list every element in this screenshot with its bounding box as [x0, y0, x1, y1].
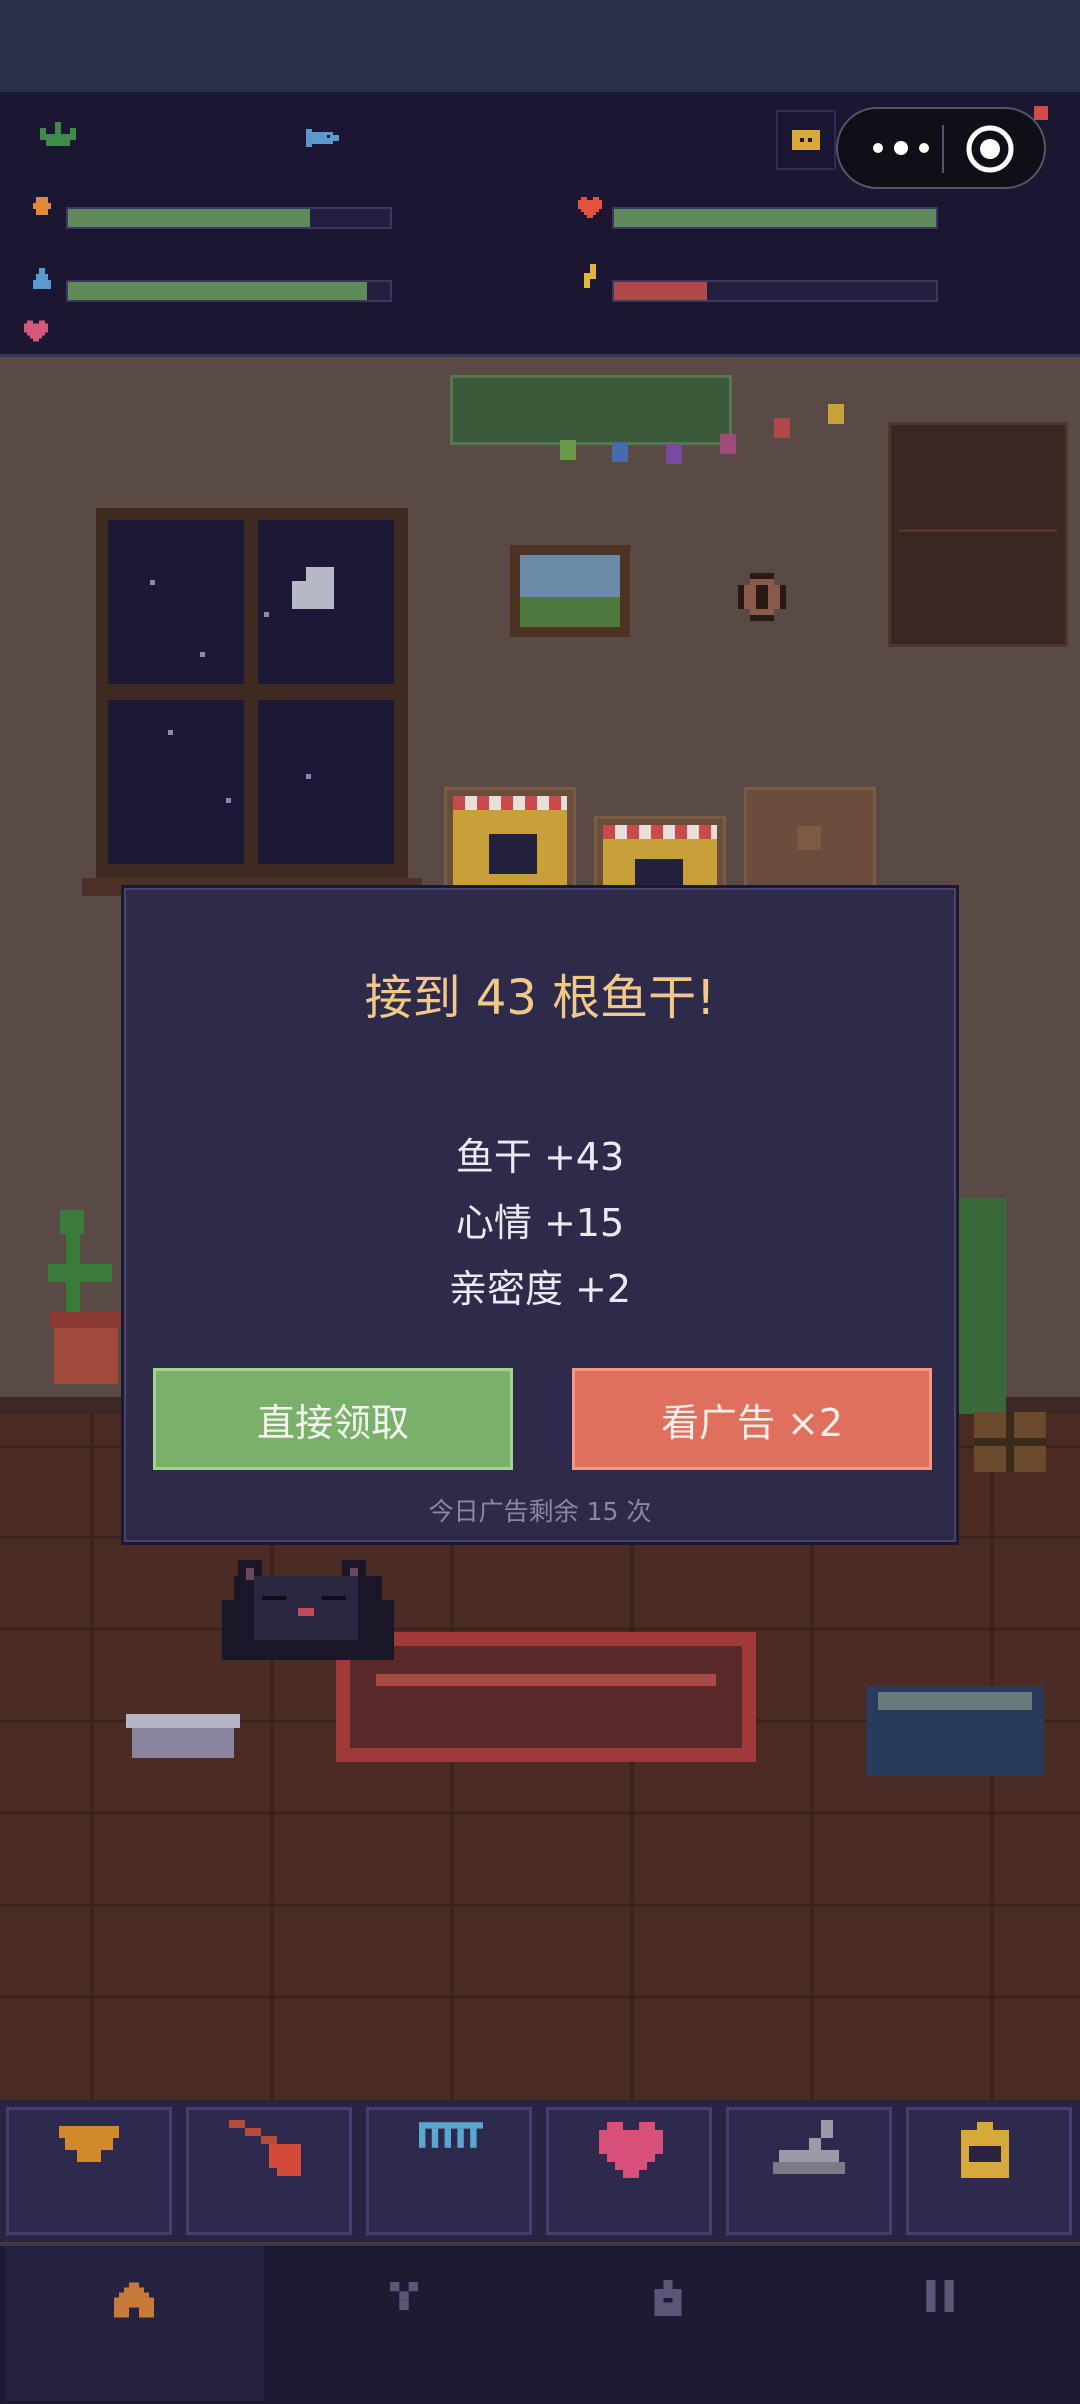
tab-home[interactable] — [6, 2246, 264, 2401]
claim-button[interactable]: 直接领取 — [153, 1368, 513, 1470]
action-bag[interactable] — [906, 2107, 1072, 2235]
mood-bar — [612, 207, 938, 229]
moon-icon — [292, 567, 334, 609]
reward-intimacy: 亲密度 +2 — [448, 1267, 632, 1311]
action-groom[interactable] — [366, 2107, 532, 2235]
cactus-plant — [44, 1210, 124, 1390]
more-button[interactable] — [866, 133, 936, 163]
ad-remaining-text: 今日广告剩余 15 次 — [428, 1497, 652, 1526]
night-window — [96, 508, 408, 880]
heart-icon — [599, 2122, 663, 2178]
target-close-icon — [966, 125, 1014, 173]
backpack-icon — [654, 2280, 682, 2316]
lightning-icon — [584, 264, 596, 288]
food-bar — [66, 207, 392, 229]
water-bar — [66, 280, 392, 302]
gift-box — [974, 1412, 1046, 1472]
food-bowl — [126, 1714, 240, 1764]
energy-bar-fill — [614, 282, 708, 300]
water-bar-fill — [68, 282, 368, 300]
more-dots-icon — [873, 141, 929, 155]
energy-bar — [612, 280, 938, 302]
action-feed[interactable] — [6, 2107, 172, 2235]
system-status-bar — [0, 0, 1080, 92]
ticket-icon — [792, 130, 820, 150]
reward-mood: 心情 +15 — [455, 1201, 625, 1245]
heart-icon — [578, 197, 602, 218]
capsule-divider — [942, 125, 944, 173]
cat-bed-icon — [773, 2120, 845, 2174]
fish-bone-icon — [390, 2282, 418, 2310]
bag-icon — [961, 2122, 1009, 2178]
wall-sign — [450, 375, 732, 445]
action-pet[interactable] — [546, 2107, 712, 2235]
landscape-painting — [510, 545, 630, 637]
reward-fish: 鱼干 +43 — [455, 1135, 625, 1179]
action-rest[interactable] — [726, 2107, 892, 2235]
cat-photo-frame — [444, 787, 576, 897]
leaf-icon — [40, 122, 76, 146]
fish-icon — [306, 129, 339, 147]
bowl-icon — [59, 2126, 119, 2162]
small-heart-icon — [24, 320, 48, 342]
rug — [336, 1632, 756, 1762]
action-play[interactable] — [186, 2107, 352, 2235]
miniprogram-capsule — [836, 107, 1046, 189]
mood-bar-fill — [614, 209, 936, 227]
wall-clock — [738, 573, 786, 621]
food-bar-fill — [68, 209, 310, 227]
comb-icon — [419, 2122, 483, 2148]
tall-plant — [956, 1198, 1006, 1414]
watch-ad-button[interactable]: 看广告 ×2 — [572, 1368, 932, 1470]
water-icon — [33, 268, 51, 289]
tab-food[interactable] — [274, 2246, 532, 2401]
feather-wand-icon — [229, 2120, 301, 2176]
cat-bed — [866, 1686, 1044, 1776]
sleeping-cat[interactable] — [222, 1560, 394, 1660]
wall-cabinet — [888, 422, 1068, 647]
cat-photo-frame-2 — [594, 816, 726, 896]
notification-badge — [1034, 106, 1048, 120]
bunting — [560, 404, 860, 464]
home-icon — [114, 2282, 154, 2318]
tab-inventory[interactable] — [542, 2246, 800, 2401]
ticket-slot[interactable] — [776, 110, 836, 170]
empty-photo-frame — [744, 787, 876, 897]
dialog-title: 接到 43 根鱼干! — [364, 970, 716, 1026]
tab-menu[interactable] — [810, 2246, 1068, 2401]
close-button[interactable] — [964, 123, 1016, 175]
reward-dialog: 接到 43 根鱼干! 鱼干 +43 心情 +15 亲密度 +2 直接领取 看广告… — [121, 885, 959, 1545]
pause-icon — [926, 2280, 954, 2312]
food-icon — [33, 197, 51, 215]
